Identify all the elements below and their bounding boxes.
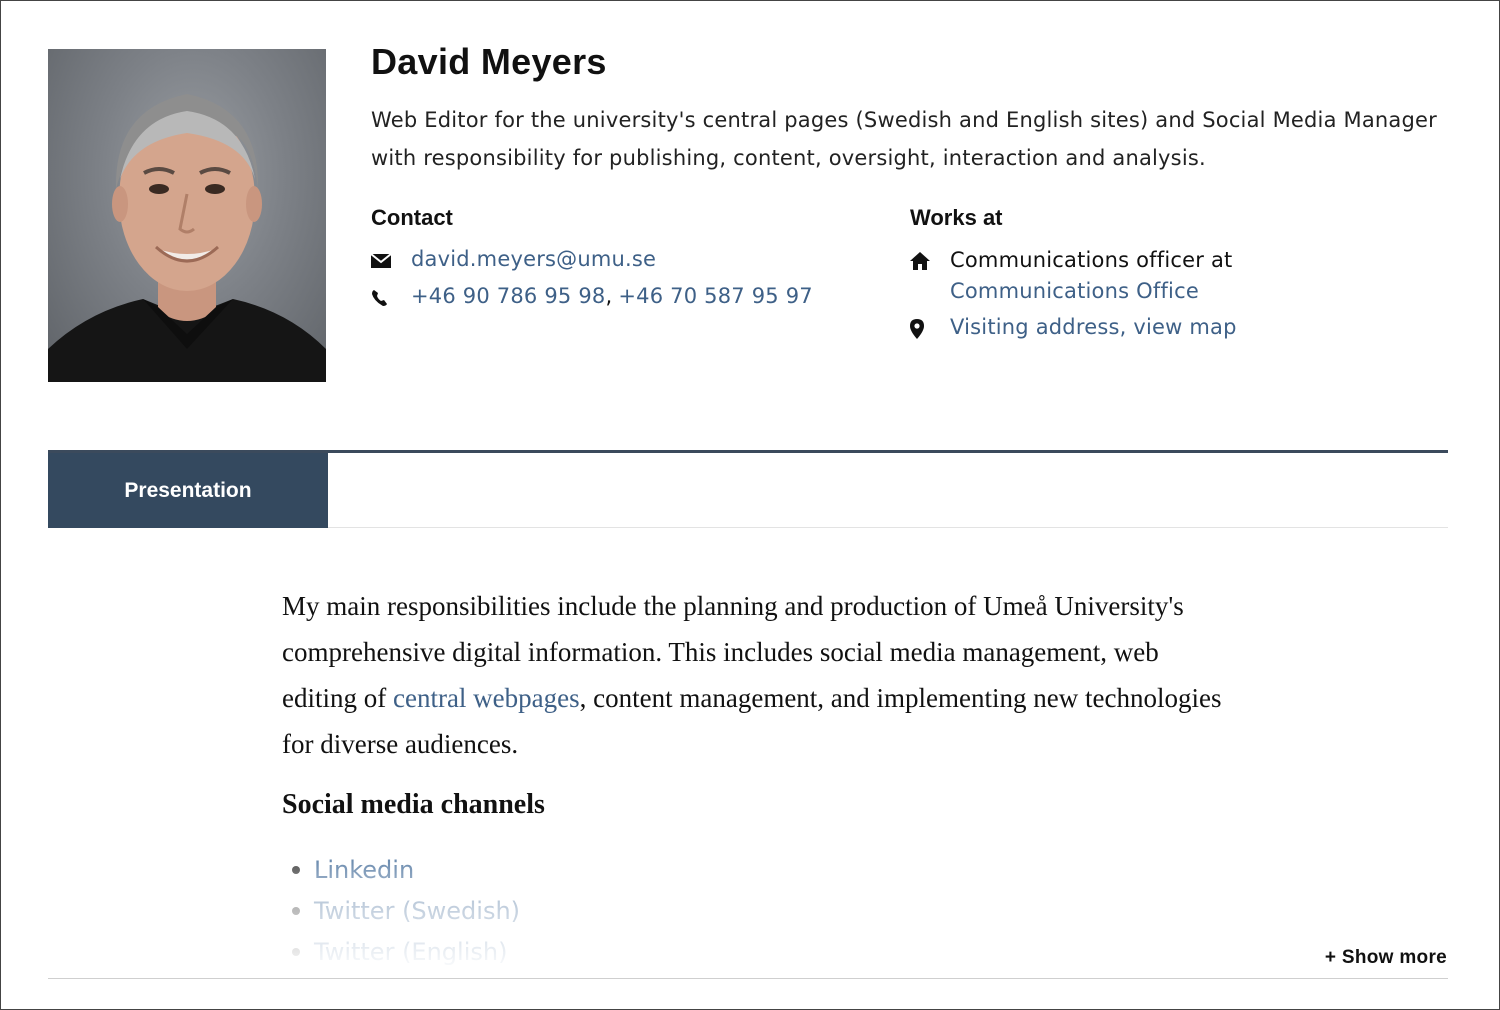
social-media-heading: Social media channels — [282, 789, 545, 820]
bullet — [292, 865, 300, 874]
profile-photo — [48, 49, 326, 382]
workplace-row: Communications officer at Communications… — [910, 247, 1232, 307]
home-icon — [910, 247, 950, 275]
social-media-list: Linkedin Twitter (Swedish) Twitter (Engl… — [282, 849, 1222, 972]
social-link-linkedin[interactable]: Linkedin — [314, 856, 414, 884]
list-item: Twitter (Swedish) — [282, 890, 1222, 931]
department-link[interactable]: Communications Office — [950, 279, 1199, 303]
tab-bar: Presentation — [48, 450, 1448, 528]
visiting-address-link[interactable]: Visiting address, view map — [950, 315, 1237, 339]
social-link-twitter-swedish[interactable]: Twitter (Swedish) — [314, 897, 520, 925]
presentation-paragraph: My main responsibilities include the pla… — [282, 583, 1222, 767]
tab-presentation[interactable]: Presentation — [48, 453, 328, 528]
social-link-twitter-english[interactable]: Twitter (English) — [314, 938, 507, 966]
role-description: Web Editor for the university's central … — [371, 108, 1437, 170]
presentation-content: My main responsibilities include the pla… — [282, 583, 1222, 972]
central-webpages-link[interactable]: central webpages — [393, 683, 580, 713]
bullet — [292, 947, 300, 956]
contact-heading: Contact — [371, 205, 453, 230]
works-at-heading: Works at — [910, 205, 1003, 230]
phone-separator: , — [605, 284, 613, 308]
email-row: david.meyers@umu.se — [371, 247, 656, 275]
bullet — [292, 906, 300, 915]
phone-link-2[interactable]: +46 70 587 95 97 — [618, 284, 812, 308]
divider — [48, 978, 1448, 979]
person-name: David Meyers — [371, 41, 607, 82]
phone-row: +46 90 786 95 98 , +46 70 587 95 97 — [371, 284, 813, 312]
show-more-button[interactable]: + Show more — [1325, 947, 1447, 969]
list-item: Linkedin — [282, 849, 1222, 890]
email-link[interactable]: david.meyers@umu.se — [411, 247, 656, 271]
envelope-icon — [371, 247, 411, 275]
map-pin-icon — [910, 315, 950, 343]
list-item: Twitter (English) — [282, 931, 1222, 972]
workplace-text: Communications officer at Communications… — [950, 245, 1232, 307]
address-row: Visiting address, view map — [910, 315, 1237, 343]
phone-icon — [371, 284, 411, 312]
phone-link-1[interactable]: +46 90 786 95 98 — [411, 284, 605, 308]
position-text: Communications officer at — [950, 248, 1233, 272]
